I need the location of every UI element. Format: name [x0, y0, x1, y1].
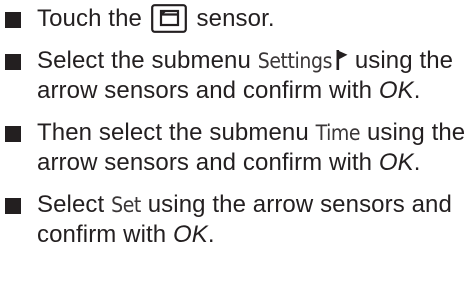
list-item-set: Select Set using the arrow sensors and c… [0, 190, 474, 249]
instruction-list: Touch the sensor. Select the submenu Set… [0, 0, 474, 249]
flag-icon [336, 50, 348, 70]
menu-item-settings: Settings [257, 49, 333, 73]
menu-key-icon [150, 4, 187, 33]
list-item-touch-sensor: Touch the sensor. [0, 4, 474, 33]
step-2-text-end: . [413, 77, 421, 104]
bullet-square [5, 126, 21, 142]
bullet-square [5, 54, 21, 70]
confirm-ok-label: OK [378, 77, 414, 104]
step-2-text-pre: Select the submenu [37, 47, 251, 74]
list-item-settings: Select the submenu Settings using the ar… [0, 46, 474, 105]
menu-item-time: Time [315, 121, 361, 145]
bullet-square [5, 12, 21, 28]
step-3-text-pre: Then select the submenu [37, 119, 309, 146]
menu-item-set: Set [111, 193, 141, 217]
step-1-text-post: sensor. [196, 5, 275, 32]
list-item-time: Then select the submenu Time using the a… [0, 118, 474, 177]
confirm-ok-label: OK [173, 221, 208, 248]
step-3-text-end: . [413, 149, 421, 176]
step-4-text-pre: Select [37, 191, 105, 218]
bullet-square [5, 198, 21, 214]
confirm-ok-label: OK [378, 149, 414, 176]
step-4-text-end: . [207, 221, 215, 248]
step-1-text-pre: Touch the [37, 5, 142, 32]
